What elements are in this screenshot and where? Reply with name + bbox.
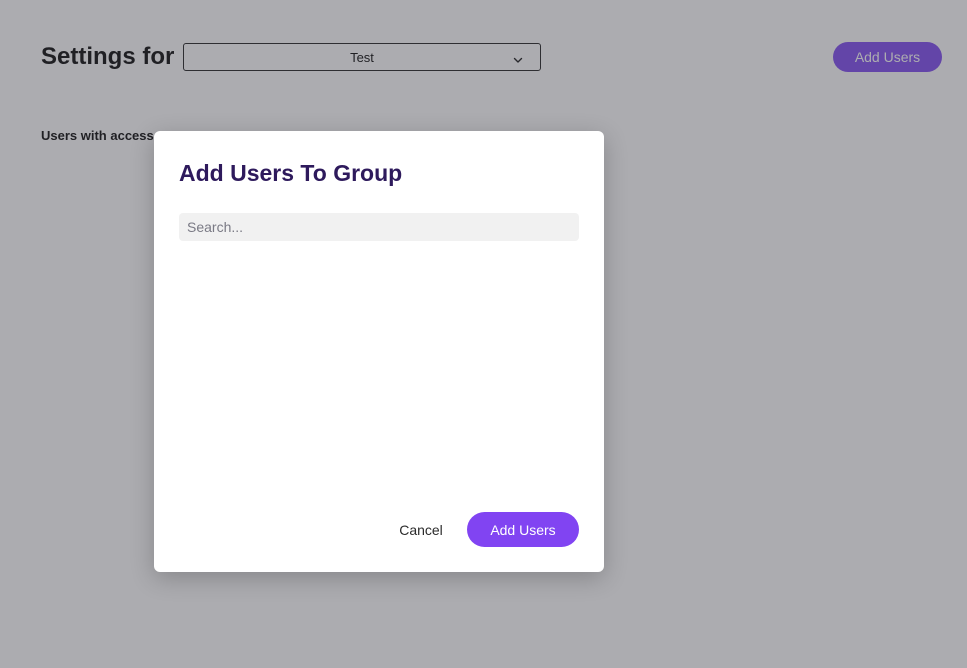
user-results-list xyxy=(179,249,579,499)
add-users-modal: Add Users To Group Cancel Add Users xyxy=(154,131,604,572)
cancel-button[interactable]: Cancel xyxy=(390,513,452,547)
add-users-button[interactable]: Add Users xyxy=(467,512,579,547)
modal-title: Add Users To Group xyxy=(179,160,403,186)
search-input[interactable] xyxy=(179,213,579,241)
